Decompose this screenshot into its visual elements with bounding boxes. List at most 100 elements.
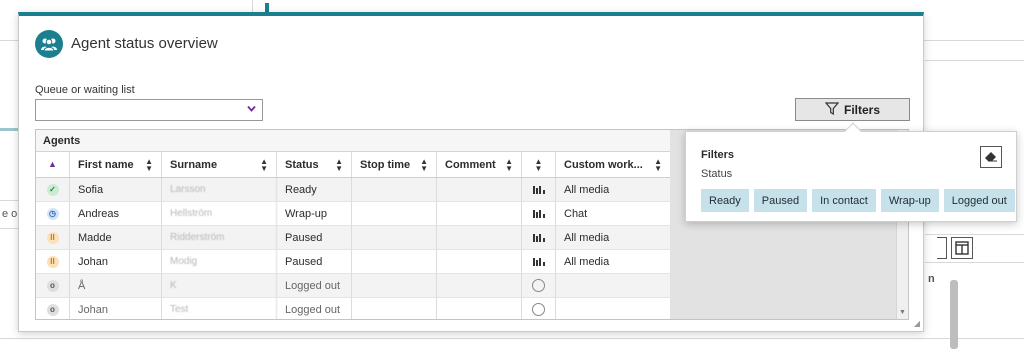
column-header-first-name[interactable]: First name ▲ ▼ (70, 152, 162, 177)
ready-status-icon: ✓ (46, 183, 59, 196)
stop-time-cell (352, 250, 437, 273)
comment-cell (437, 202, 522, 225)
clear-filters-button[interactable] (980, 146, 1002, 168)
status-icon-cell: ◷ (36, 202, 70, 225)
sort-icon: ▲ ▼ (534, 156, 543, 173)
column-header-comment[interactable]: Comment ▲ ▼ (437, 152, 522, 177)
sort-icon: ▲ ▼ (654, 156, 662, 173)
bg-divider (925, 60, 1024, 61)
stop-time-cell (352, 178, 437, 201)
empty-circle-icon (532, 303, 545, 316)
scroll-down-icon[interactable]: ▼ (899, 309, 906, 316)
status-cell: Logged out (277, 298, 352, 319)
sort-icon: ▲ ▼ (335, 156, 343, 173)
custom-work-cell: All media (564, 183, 610, 196)
bg-toolbar-button[interactable] (937, 237, 947, 259)
bg-divider (252, 0, 253, 12)
status-icon-cell: II (36, 250, 70, 273)
comment-cell (437, 226, 522, 249)
bg-toolbar (937, 237, 973, 259)
filters-button[interactable]: Filters (795, 98, 910, 121)
empty-circle-icon (532, 279, 545, 292)
surname-cell: Modig (162, 250, 277, 273)
wrapup-status-icon: ◷ (46, 207, 59, 220)
media-cell (522, 298, 556, 319)
bg-divider (0, 338, 1024, 339)
table-row[interactable]: o Å K Logged out (36, 274, 670, 298)
media-bars-icon (532, 209, 545, 218)
filter-chip-in-contact[interactable]: In contact (812, 189, 876, 212)
resize-handle-icon[interactable]: ◢ (914, 319, 920, 328)
column-header-status-icon[interactable]: ▲ (36, 152, 70, 177)
media-cell (522, 250, 556, 273)
column-header-surname[interactable]: Surname ▲ ▼ (162, 152, 277, 177)
filter-chip-ready[interactable]: Ready (701, 189, 749, 212)
custom-work-cell (556, 298, 670, 319)
status-icon-cell: ✓ (36, 178, 70, 201)
grid-body: ▲ First name ▲ ▼ Surname ▲ ▼ Status ▲ ▼ Stop t… (36, 152, 670, 319)
filter-chip-wrap-up[interactable]: Wrap-up (880, 189, 939, 212)
first-name-cell: Sofia (70, 178, 162, 201)
first-name-cell: Andreas (70, 202, 162, 225)
agents-icon (35, 30, 63, 58)
stop-time-cell (352, 226, 437, 249)
status-filter-chips: Ready Paused In contact Wrap-up Logged out (701, 189, 1015, 212)
logged-out-status-icon: o (46, 303, 59, 316)
sort-icon: ▲ ▼ (420, 156, 428, 173)
bg-scrollbar[interactable] (950, 280, 958, 349)
column-header-media[interactable]: ▲ ▼ (522, 152, 556, 177)
custom-work-cell: Chat (564, 207, 588, 220)
sort-asc-icon: ▲ (48, 159, 57, 169)
bg-accent (265, 3, 269, 12)
comment-cell (437, 298, 522, 319)
layout-icon[interactable] (951, 237, 973, 259)
queue-select[interactable] (35, 99, 263, 121)
grid-header-row: ▲ First name ▲ ▼ Surname ▲ ▼ Status ▲ ▼ Stop t… (36, 152, 670, 178)
surname-cell: Ridderström (162, 226, 277, 249)
queue-label: Queue or waiting list (35, 84, 135, 96)
media-cell (522, 274, 556, 297)
media-cell (522, 226, 556, 249)
status-icon-cell: o (36, 298, 70, 319)
status-cell: Ready (277, 178, 352, 201)
column-header-status[interactable]: Status ▲ ▼ (277, 152, 352, 177)
comment-cell (437, 274, 522, 297)
bg-divider (0, 228, 18, 229)
filter-chip-paused[interactable]: Paused (753, 189, 808, 212)
custom-work-cell: All media (564, 255, 610, 268)
sort-icon: ▲ ▼ (145, 156, 153, 173)
table-row[interactable]: ✓ Sofia Larsson Ready All media (36, 178, 670, 202)
filters-popover: Filters Status Ready Paused In contact Wrap… (685, 122, 1017, 222)
table-row[interactable]: ◷ Andreas Hellström Wrap-up Chat (36, 202, 670, 226)
column-header-custom-work[interactable]: Custom work... ▲ ▼ (556, 152, 670, 177)
first-name-cell: Johan (70, 298, 162, 319)
table-row[interactable]: o Johan Test Logged out (36, 298, 670, 319)
media-cell (522, 178, 556, 201)
status-icon-cell: o (36, 274, 70, 297)
status-cell: Paused (277, 250, 352, 273)
media-cell (522, 202, 556, 225)
column-header-stop-time[interactable]: Stop time ▲ ▼ (352, 152, 437, 177)
surname-cell: Larsson (162, 178, 277, 201)
paused-status-icon: II (46, 231, 59, 244)
table-row[interactable]: II Johan Modig Paused All media (36, 250, 670, 274)
filter-chip-logged-out[interactable]: Logged out (943, 189, 1015, 212)
bg-divider (0, 200, 18, 201)
table-row[interactable]: II Madde Ridderström Paused All media (36, 226, 670, 250)
paused-status-icon: II (46, 255, 59, 268)
status-cell: Wrap-up (277, 202, 352, 225)
popover-subtitle: Status (701, 168, 733, 180)
grid-title: Agents (36, 130, 670, 152)
stop-time-cell (352, 202, 437, 225)
custom-work-cell (556, 274, 670, 297)
first-name-cell: Madde (70, 226, 162, 249)
media-bars-icon (532, 257, 545, 266)
popover-title: Filters (701, 149, 735, 161)
comment-cell (437, 250, 522, 273)
media-bars-icon (532, 233, 545, 242)
bg-divider (925, 234, 1024, 235)
surname-cell: Test (162, 298, 277, 319)
logged-out-status-icon: o (46, 279, 59, 292)
sort-icon: ▲ ▼ (260, 156, 268, 173)
bg-column-header: n (928, 273, 935, 285)
